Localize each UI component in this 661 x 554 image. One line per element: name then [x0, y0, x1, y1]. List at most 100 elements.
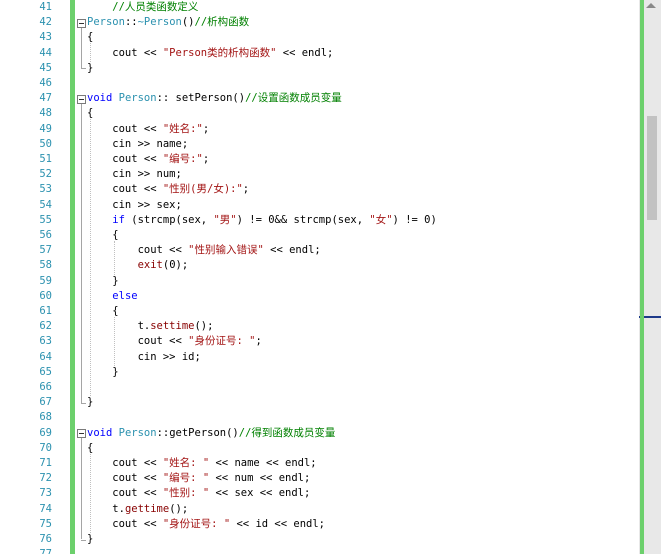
code-token: (0);: [162, 259, 189, 272]
code-token: else: [112, 289, 138, 302]
code-token: cout <<: [87, 46, 163, 59]
line-number: 48: [39, 107, 52, 120]
fold-guide-end: [81, 68, 86, 70]
line-number: 53: [39, 183, 52, 196]
line-number: 62: [39, 320, 52, 333]
code-token: if: [112, 213, 125, 226]
line-number: 72: [39, 472, 52, 485]
code-token: gettime: [124, 502, 170, 515]
code-token: }: [87, 274, 119, 287]
line-number: 51: [39, 153, 52, 165]
code-token: cin >> name;: [87, 137, 189, 150]
code-token: ;: [202, 122, 210, 135]
line-number: 75: [39, 517, 52, 530]
code-line[interactable]: cin >> sex;: [87, 198, 182, 213]
line-number: 55: [39, 213, 52, 226]
code-token: void: [87, 92, 113, 105]
code-token: "编号:": [162, 153, 203, 165]
code-token: ();: [169, 502, 189, 515]
code-line[interactable]: cout << "编号: " << num << endl;: [87, 471, 310, 486]
code-token: {: [87, 31, 94, 44]
indent-guide: [114, 241, 115, 275]
fold-guide-line: [81, 103, 82, 403]
code-editor[interactable]: 41 //人员类函数定义 42 Person::~Person()//析构函数 43{…: [0, 0, 661, 554]
code-line[interactable]: cin >> name;: [87, 137, 188, 152]
code-line[interactable]: cin >> id;: [87, 350, 201, 365]
line-number: 71: [39, 457, 52, 469]
line-number: 74: [39, 502, 52, 515]
code-token: cin >> sex;: [87, 198, 182, 211]
line-number: 76: [39, 533, 52, 545]
indent-guide: [90, 43, 91, 62]
code-token: ~Person: [137, 16, 182, 29]
code-line[interactable]: cout << "性别: " << sex << endl;: [87, 486, 310, 501]
collapse-toggle-icon[interactable]: [77, 429, 86, 439]
code-token: (): [181, 16, 195, 29]
code-token: //得到函数成员变量: [238, 426, 336, 439]
code-line[interactable]: cout << "姓名:";: [87, 122, 209, 137]
code-token: ::getPerson(): [156, 426, 239, 439]
code-token: "姓名:": [162, 122, 203, 135]
code-line[interactable]: }: [87, 274, 119, 289]
code-line[interactable]: cout << "身份证号: " << id << endl;: [87, 517, 325, 532]
code-line[interactable]: else: [87, 289, 138, 304]
code-token: "男": [213, 213, 237, 226]
code-token: t.: [87, 320, 151, 333]
code-token: cin >> id;: [87, 350, 201, 363]
code-line[interactable]: cout << "性别输入错误" << endl;: [87, 243, 321, 258]
code-line[interactable]: }: [87, 61, 93, 76]
code-token: }: [87, 396, 94, 409]
code-token: //设置函数成员变量: [245, 92, 342, 105]
code-line[interactable]: }: [87, 395, 93, 410]
code-token: cout <<: [87, 487, 163, 500]
code-line[interactable]: cin >> num;: [87, 167, 182, 182]
scrollbar-thumb[interactable]: [647, 116, 657, 220]
code-line[interactable]: }: [87, 365, 119, 380]
code-token: << name << endl;: [209, 457, 317, 469]
line-number: 58: [39, 259, 52, 272]
code-line[interactable]: exit(0);: [87, 258, 189, 273]
code-token: cin >> num;: [87, 168, 182, 181]
indent-guide: [90, 119, 91, 397]
code-line[interactable]: if (strcmp(sex, "男") != 0&& strcmp(sex, …: [87, 213, 437, 228]
code-token: cout <<: [87, 244, 189, 257]
line-number: 61: [39, 305, 52, 317]
code-token: cout <<: [87, 457, 163, 469]
code-line[interactable]: t.gettime();: [87, 502, 188, 517]
collapse-toggle-icon[interactable]: [77, 18, 86, 28]
scroll-up-arrow-icon[interactable]: [646, 3, 656, 8]
line-number: 45: [39, 61, 52, 74]
code-token: //析构函数: [194, 16, 250, 29]
code-line[interactable]: cout << "Person类的析构函数" << endl;: [87, 46, 333, 61]
line-number: 57: [39, 244, 52, 257]
fold-guide-end: [81, 539, 86, 541]
code-token: }: [87, 533, 94, 545]
code-token: cout <<: [87, 122, 163, 135]
code-token: }: [87, 365, 119, 378]
line-number: 66: [39, 381, 52, 393]
code-token: {: [87, 229, 119, 241]
code-token: ;: [202, 153, 210, 165]
code-token: Person: [118, 92, 157, 105]
code-line[interactable]: Person::~Person()//析构函数: [87, 15, 249, 30]
line-number: 49: [39, 122, 52, 135]
code-line[interactable]: cout << "性别(男/女):";: [87, 182, 249, 197]
line-number: 60: [39, 289, 52, 302]
code-line[interactable]: cout << "姓名: " << name << endl;: [87, 456, 317, 471]
line-number: 43: [39, 31, 52, 44]
line-number: 67: [39, 396, 52, 409]
code-line[interactable]: t.settime();: [87, 319, 214, 334]
code-token: :: setPerson(): [156, 92, 246, 105]
code-token: {: [87, 305, 119, 317]
collapse-toggle-icon[interactable]: [77, 94, 86, 104]
code-line[interactable]: cout << "编号:";: [87, 152, 209, 167]
code-line[interactable]: }: [87, 532, 93, 547]
code-token: cout <<: [87, 472, 163, 485]
code-token: "性别(男/女):": [162, 183, 243, 196]
code-line[interactable]: //人员类函数定义: [87, 0, 198, 15]
code-line[interactable]: void Person::getPerson()//得到函数成员变量: [87, 426, 335, 441]
code-token: "女": [369, 213, 393, 226]
code-token: exit: [137, 259, 163, 272]
code-line[interactable]: void Person:: setPerson()//设置函数成员变量: [87, 91, 342, 106]
